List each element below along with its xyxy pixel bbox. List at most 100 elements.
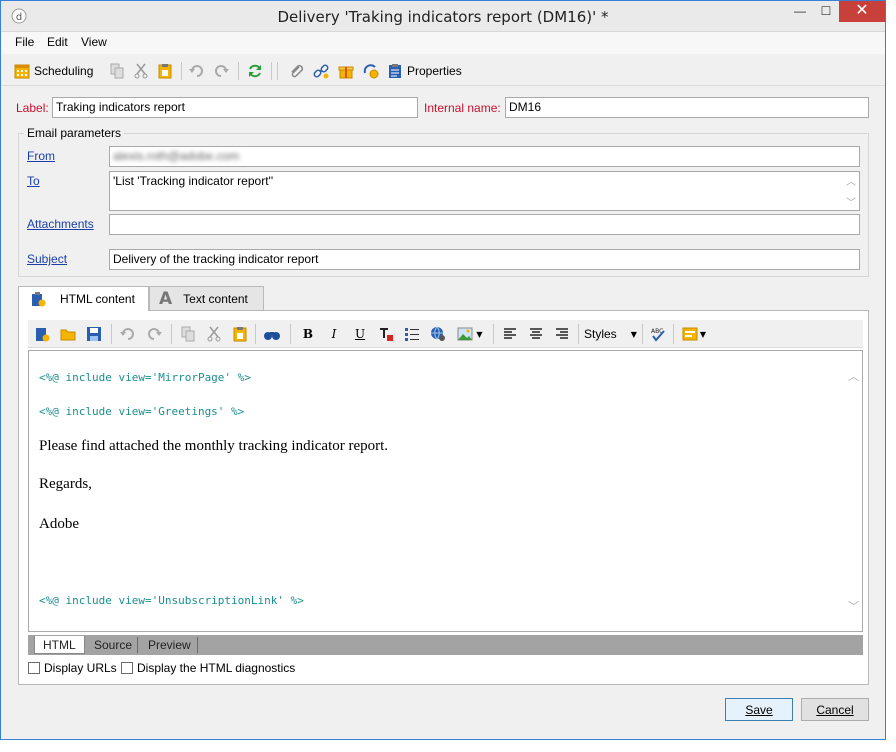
scroll-up-icon[interactable]: ︿ [845, 368, 862, 385]
save-button[interactable]: Save [725, 698, 793, 721]
editor-separator [642, 324, 643, 344]
internal-name-input[interactable]: DM16 [505, 97, 869, 118]
editor-copy-button[interactable] [178, 325, 198, 343]
tracking-button[interactable] [363, 61, 379, 81]
undo-icon [120, 328, 134, 340]
globe-link-icon [431, 326, 445, 341]
bold-button[interactable]: B [298, 325, 318, 343]
align-right-button[interactable] [552, 325, 572, 343]
find-button[interactable] [262, 325, 282, 343]
from-input[interactable]: alexis.roth@adobe.com [109, 146, 860, 167]
chevron-down-icon: ▼ [699, 329, 707, 339]
calendar-icon [14, 64, 30, 79]
scheduling-label: Scheduling [34, 64, 94, 78]
delivery-window: d Delivery 'Traking indicators report (D… [0, 0, 886, 740]
editor-undo-button[interactable] [118, 325, 138, 343]
toolbar-separator [271, 62, 272, 80]
text-color-icon [380, 328, 393, 341]
open-button[interactable] [58, 325, 78, 343]
editor-toolbar: B I U ▼ Styles ▼ ABC ▼ [28, 320, 863, 348]
editor-separator [673, 324, 674, 344]
menu-edit[interactable]: Edit [47, 35, 68, 49]
editor-separator [255, 324, 256, 344]
tab-preview[interactable]: Preview [140, 636, 199, 654]
toolbar-separator [181, 62, 182, 80]
scroll-up-icon[interactable]: ︿ [846, 173, 856, 188]
attachments-input[interactable] [109, 214, 860, 235]
text-color-button[interactable] [376, 325, 396, 343]
paste-button[interactable] [157, 61, 173, 81]
display-diagnostics-checkbox[interactable]: Display the HTML diagnostics [121, 661, 295, 675]
cut-button[interactable] [133, 61, 149, 81]
subject-link[interactable]: Subject [27, 252, 67, 266]
to-input[interactable]: 'List 'Tracking indicator report'' ︿ ﹀ [109, 171, 860, 211]
scheduling-button[interactable]: Scheduling [14, 61, 93, 81]
tab-html[interactable]: HTML [34, 636, 85, 654]
main-toolbar: Scheduling Properties [1, 56, 885, 86]
tab-divider [197, 637, 198, 653]
floppy-icon [87, 327, 101, 341]
from-link[interactable]: From [27, 149, 55, 163]
align-center-button[interactable] [526, 325, 546, 343]
html-editor[interactable]: <%@ include view='MirrorPage' %> <%@ inc… [28, 350, 863, 632]
properties-button[interactable]: Properties [387, 61, 462, 81]
chevron-down-icon: ▼ [476, 329, 483, 339]
insert-block-button[interactable]: ▼ [679, 325, 709, 343]
redo-icon [215, 65, 229, 77]
tab-source[interactable]: Source [86, 636, 140, 654]
insert-link-button[interactable] [428, 325, 448, 343]
align-left-icon [504, 328, 516, 339]
label-input[interactable]: Traking indicators report [52, 97, 418, 118]
body-paragraph-1: Please find attached the monthly trackin… [39, 438, 389, 454]
display-urls-checkbox[interactable]: Display URLs [28, 661, 117, 675]
attachments-link[interactable]: Attachments [27, 217, 94, 231]
editor-scrollbar[interactable]: ︿ ﹀ [845, 351, 862, 631]
to-link[interactable]: To [27, 174, 40, 188]
align-left-button[interactable] [500, 325, 520, 343]
spellcheck-icon: ABC [651, 328, 665, 342]
editor-cut-button[interactable] [204, 325, 224, 343]
cancel-label: Cancel [816, 702, 854, 717]
subject-input[interactable]: Delivery of the tracking indicator repor… [109, 249, 860, 270]
new-document-icon [36, 328, 50, 342]
toolbar-separator [277, 62, 278, 80]
undo-button[interactable] [189, 61, 205, 81]
menu-file[interactable]: File [15, 35, 34, 49]
refresh-icon [249, 64, 261, 78]
close-button[interactable]: ✕ [839, 1, 885, 22]
offer-button[interactable] [338, 61, 354, 81]
checkbox-box [28, 662, 40, 674]
italic-button[interactable]: I [324, 325, 344, 343]
new-document-button[interactable] [32, 325, 52, 343]
body-paragraph-3: Adobe [39, 516, 79, 532]
link-icon [313, 64, 329, 79]
scroll-down-icon[interactable]: ﹀ [845, 598, 862, 615]
bullet-list-button[interactable] [402, 325, 422, 343]
link-button[interactable] [313, 61, 329, 81]
copy-button[interactable] [109, 61, 125, 81]
editor-redo-button[interactable] [144, 325, 164, 343]
folder-icon [60, 329, 76, 341]
underline-button[interactable]: U [350, 325, 370, 343]
scroll-down-icon[interactable]: ﹀ [846, 194, 856, 209]
attachment-button[interactable] [288, 61, 304, 81]
properties-label: Properties [407, 64, 462, 78]
tab-html-content[interactable]: HTML content [18, 286, 149, 311]
styles-dropdown[interactable]: Styles ▼ [580, 324, 640, 344]
cancel-button[interactable]: Cancel [801, 698, 869, 721]
redo-button[interactable] [213, 61, 229, 81]
tab-text-content[interactable]: A Text content [149, 286, 264, 310]
save-document-button[interactable] [84, 325, 104, 343]
refresh-button[interactable] [247, 61, 263, 81]
image-icon [457, 327, 473, 341]
maximize-button[interactable]: ☐ [813, 4, 839, 26]
tracking-icon [363, 64, 379, 79]
chevron-down-icon: ▼ [630, 329, 637, 339]
include-greetings: <%@ include view='Greetings' %> [39, 405, 245, 418]
menu-view[interactable]: View [81, 35, 107, 49]
scissors-icon [207, 326, 221, 342]
insert-image-button[interactable]: ▼ [454, 325, 486, 343]
spellcheck-button[interactable]: ABC [648, 325, 668, 343]
minimize-button[interactable]: — [787, 4, 813, 26]
editor-paste-button[interactable] [230, 325, 250, 343]
